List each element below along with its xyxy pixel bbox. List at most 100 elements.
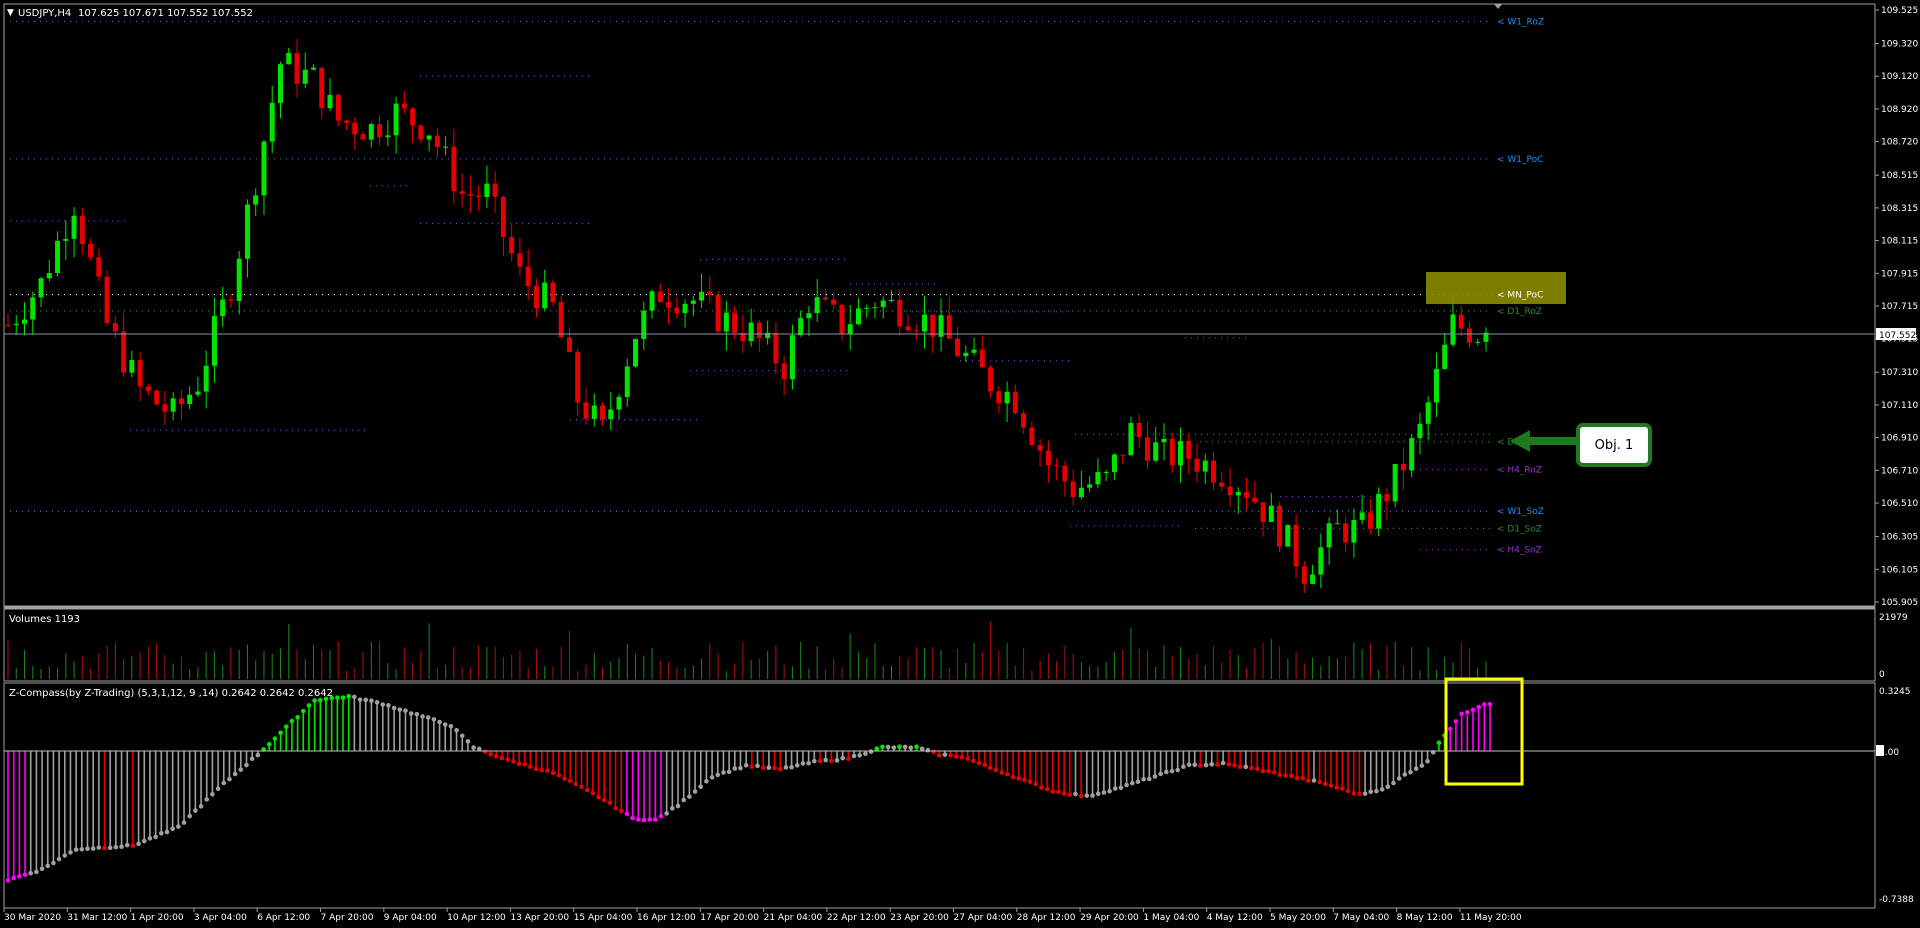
zc-dot — [300, 708, 306, 714]
candle-body — [112, 323, 118, 332]
candle-body — [377, 124, 383, 138]
zc-dot — [73, 847, 79, 852]
zc-dot — [221, 780, 227, 786]
candle-body — [335, 94, 341, 121]
zc-dot — [1408, 769, 1413, 775]
candle-body — [955, 338, 961, 357]
zc-dot — [1118, 785, 1124, 791]
candle-body — [616, 396, 622, 410]
volume-max-label: 21979 — [1879, 613, 1908, 623]
zc-dot — [709, 775, 715, 780]
zc-dot — [1147, 776, 1152, 782]
zc-dot — [1334, 785, 1339, 790]
zc-dot — [988, 765, 993, 771]
candle-body — [1301, 566, 1307, 584]
volumes-panel[interactable] — [3, 608, 1876, 682]
zc-dot — [210, 792, 215, 797]
time-label: 1 Apr 20:00 — [131, 913, 184, 923]
candle-body — [22, 319, 28, 324]
main-price-panel[interactable] — [3, 3, 1876, 608]
zc-dot — [976, 760, 982, 766]
zc-dot — [1135, 779, 1141, 785]
candle-body — [1202, 460, 1208, 472]
zcompass-panel[interactable] — [3, 682, 1876, 909]
candle-body — [1318, 547, 1324, 575]
time-label: 13 Apr 20:00 — [510, 913, 569, 923]
zc-dot — [1181, 764, 1186, 770]
zc-dot — [1050, 789, 1056, 794]
zc-dot — [811, 758, 817, 764]
zc-dot — [1056, 789, 1061, 795]
candle-body — [302, 69, 308, 84]
zc-dot — [1413, 766, 1419, 771]
zc-dot — [999, 770, 1004, 775]
zc-dot — [681, 797, 687, 803]
candle-body — [600, 405, 606, 420]
zc-dot — [749, 764, 755, 769]
candle-body — [451, 146, 457, 192]
zc-dot — [970, 758, 976, 764]
zc-dot — [982, 762, 987, 768]
candle-body — [1285, 524, 1291, 547]
zc-dot — [834, 758, 840, 763]
zc-dot — [193, 808, 198, 813]
trading-chart-canvas[interactable]: < W1_RoZ< W1_PoC< MN_PoC< D1_RoZ< D1_PoC… — [0, 0, 1920, 928]
zc-dot — [56, 856, 62, 862]
time-label: 4 May 12:00 — [1207, 913, 1263, 923]
zc-dot — [1198, 763, 1203, 768]
zc-dot — [755, 763, 760, 769]
zc-dot — [1345, 788, 1351, 794]
candle-body — [624, 366, 630, 397]
candle-body — [352, 122, 358, 135]
zc-dot — [454, 727, 459, 733]
candle-body — [855, 308, 861, 325]
price-label: 109.120 — [1881, 72, 1918, 82]
candle-body — [211, 316, 217, 366]
ohlc-readout: 107.625 107.671 107.552 107.552 — [78, 8, 253, 19]
candle-body — [1004, 391, 1010, 404]
time-label: 3 Apr 04:00 — [194, 913, 247, 923]
zc-dot — [1288, 773, 1294, 779]
zc-dot — [244, 762, 249, 768]
time-label: 31 Mar 12:00 — [67, 913, 127, 923]
candle-body — [1219, 482, 1225, 487]
zc-dot — [516, 761, 522, 767]
candle-body — [1103, 471, 1109, 473]
candle-body — [880, 300, 886, 308]
candle-body — [459, 191, 465, 195]
candle-body — [781, 363, 787, 380]
zc-dot — [1005, 771, 1010, 777]
price-label: 106.710 — [1881, 466, 1918, 476]
zc-dot — [567, 778, 573, 784]
time-label: 5 May 20:00 — [1270, 913, 1326, 923]
candle-body — [13, 323, 19, 326]
zc-dot — [380, 702, 386, 707]
zc-dot — [1022, 777, 1027, 783]
candle-body — [1211, 460, 1217, 483]
zc-dot — [45, 863, 51, 869]
zc-dot — [743, 762, 749, 768]
menu-marker-icon[interactable]: ▼ — [7, 8, 14, 18]
candle-body — [253, 195, 259, 205]
zc-dot — [687, 794, 692, 799]
zc-dot — [829, 758, 834, 764]
candle-body — [748, 322, 754, 342]
time-label: 8 May 12:00 — [1397, 913, 1453, 923]
candle-body — [368, 124, 374, 140]
zc-dot — [1459, 711, 1464, 717]
zc-dot — [1237, 764, 1243, 770]
candle-body — [715, 295, 721, 332]
time-label: 30 Mar 2020 — [4, 913, 61, 923]
zc-dot — [124, 842, 130, 848]
candle-body — [674, 307, 680, 314]
candle-body — [1144, 437, 1150, 461]
candle-body — [1136, 423, 1142, 438]
candle-body — [492, 183, 498, 197]
zc-dot — [1402, 772, 1408, 777]
zc-dot — [959, 754, 965, 760]
candle-body — [467, 194, 473, 196]
zc-dot — [1487, 701, 1493, 707]
candle-body — [476, 195, 482, 198]
candle-body — [608, 409, 614, 420]
candle-body — [228, 299, 234, 302]
